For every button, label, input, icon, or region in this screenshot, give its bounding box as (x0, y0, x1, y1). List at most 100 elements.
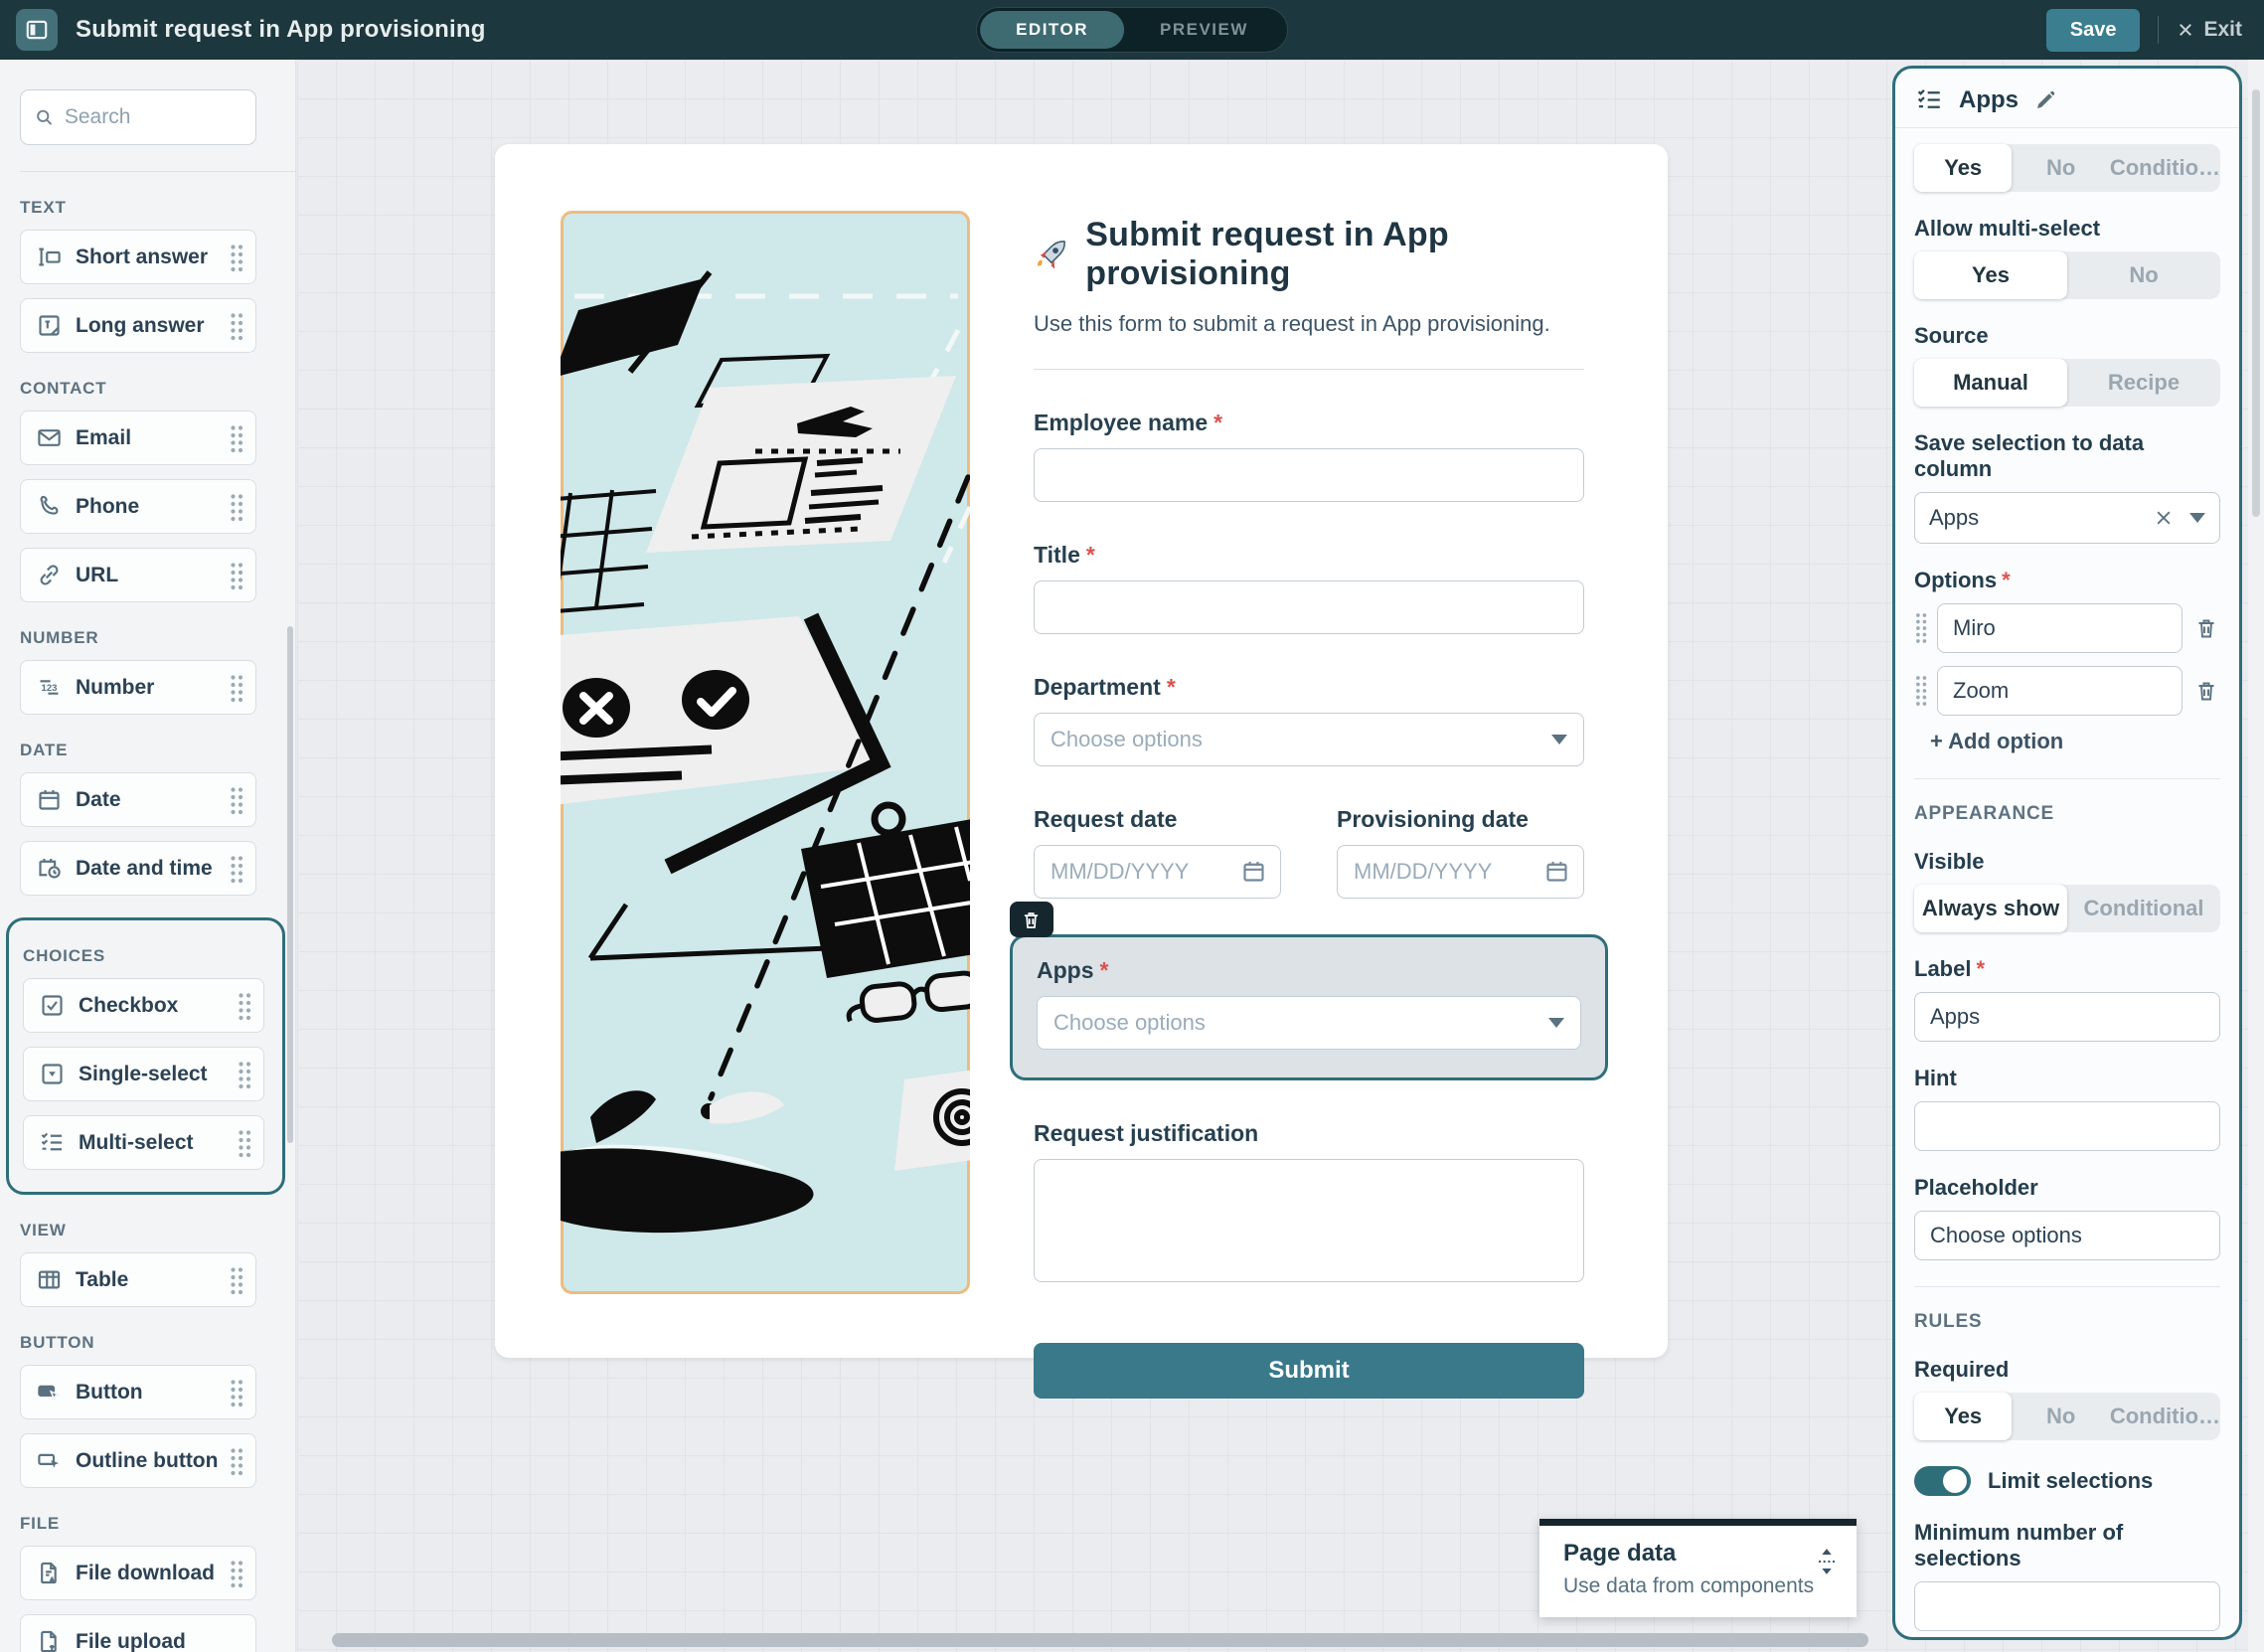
form-title: Submit request in App provisioning (1085, 216, 1449, 292)
component-inspector: Apps Yes No Conditio… Allow multi-select… (1892, 66, 2242, 1640)
palette-item-phone[interactable]: Phone (20, 479, 256, 534)
palette-item-button[interactable]: Button (20, 1365, 256, 1419)
drag-handle-icon[interactable] (229, 854, 243, 884)
min-selections-input[interactable] (1914, 1581, 2220, 1631)
palette-item-number[interactable]: 123 Number (20, 660, 256, 715)
selected-component-apps[interactable]: Apps Choose options (1009, 902, 1608, 1080)
field-request-date: Request date (1034, 806, 1281, 899)
apps-select[interactable]: Choose options (1037, 996, 1581, 1050)
drag-handle-icon[interactable] (229, 311, 243, 341)
drag-handle-icon[interactable] (1914, 674, 1927, 708)
palette-item-email[interactable]: Email (20, 411, 256, 465)
required-asterisk (1976, 956, 1985, 982)
section-title-text: NUMBER (20, 628, 99, 647)
tab-preview[interactable]: PREVIEW (1124, 11, 1284, 49)
file-upload-icon (36, 1628, 63, 1652)
option-input[interactable] (1937, 666, 2183, 716)
segment-option-always-show[interactable]: Always show (1914, 885, 2067, 932)
inspector-title: Apps (1959, 85, 2019, 113)
table-icon (36, 1266, 63, 1293)
drag-handle-icon[interactable] (229, 673, 243, 703)
save-button[interactable]: Save (2045, 8, 2141, 52)
limit-selections-toggle[interactable] (1914, 1466, 1971, 1496)
search-box[interactable] (20, 89, 256, 145)
page-data-title: Page data (1563, 1540, 1677, 1567)
department-select[interactable]: Choose options (1034, 713, 1584, 766)
drag-handle-icon[interactable] (229, 1265, 243, 1295)
segment-option-manual[interactable]: Manual (1914, 359, 2067, 407)
palette-item-file-download[interactable]: File download (20, 1546, 256, 1600)
page-data-panel[interactable]: Page data Use data from components (1539, 1519, 1857, 1617)
drag-handle-icon[interactable] (229, 1446, 243, 1476)
expand-handle-icon[interactable] (1815, 1548, 1839, 1575)
right-scroll-track[interactable] (2248, 60, 2264, 1652)
segment-option-no[interactable]: No (2012, 144, 2109, 192)
segment-option-conditional[interactable]: Conditio… (2110, 144, 2220, 192)
calendar-icon[interactable] (1543, 858, 1570, 885)
clear-icon[interactable] (2154, 508, 2174, 528)
drag-handle-icon[interactable] (229, 1378, 243, 1407)
exit-button[interactable]: Exit (2177, 18, 2242, 42)
trash-icon[interactable] (2192, 616, 2220, 640)
drag-handle-icon[interactable] (237, 1128, 251, 1158)
search-input[interactable] (64, 105, 242, 129)
rocket-icon (1037, 241, 1065, 269)
option-input[interactable] (1937, 603, 2183, 653)
drag-handle-icon[interactable] (229, 243, 243, 272)
sidebar-scrollbar[interactable] (287, 626, 293, 1143)
segment-option-conditional[interactable]: Conditio… (2110, 1393, 2220, 1440)
data-column-select[interactable]: Apps (1914, 492, 2220, 544)
segment-option-yes[interactable]: Yes (1914, 251, 2067, 299)
employee-name-input[interactable] (1034, 448, 1584, 502)
placeholder-input[interactable] (1914, 1211, 2220, 1260)
palette-item-table[interactable]: Table (20, 1252, 256, 1307)
outline-button-icon (36, 1447, 63, 1474)
request-justification-textarea[interactable] (1034, 1159, 1584, 1282)
palette-item-outline-button[interactable]: Outline button (20, 1433, 256, 1488)
segment-option-conditional[interactable]: Conditional (2067, 885, 2220, 932)
palette-item-long-answer[interactable]: Long answer (20, 298, 256, 353)
add-option-button[interactable]: + Add option (1930, 729, 2220, 754)
label-input[interactable] (1914, 992, 2220, 1042)
drag-handle-icon[interactable] (229, 785, 243, 815)
link-icon (36, 562, 63, 588)
palette-item-date[interactable]: Date (20, 772, 256, 827)
palette-item-url[interactable]: URL (20, 548, 256, 602)
segment-option-recipe[interactable]: Recipe (2067, 359, 2220, 407)
drag-handle-icon[interactable] (237, 1060, 251, 1089)
delete-component-button[interactable] (1009, 902, 1053, 937)
component-palette: TEXT Short answer Long answer CONTACT Em… (0, 60, 296, 1652)
drag-handle-icon[interactable] (229, 423, 243, 453)
palette-item-multi-select[interactable]: Multi-select (23, 1115, 264, 1170)
segment-option-yes[interactable]: Yes (1914, 144, 2013, 192)
drag-handle-icon[interactable] (229, 1559, 243, 1588)
palette-item-checkbox[interactable]: Checkbox (23, 978, 264, 1033)
drag-handle-icon[interactable] (237, 991, 251, 1021)
palette-item-short-answer[interactable]: Short answer (20, 230, 256, 284)
visible-label: Visible (1914, 849, 1985, 874)
segment-option-no[interactable]: No (2067, 251, 2220, 299)
palette-item-date-and-time[interactable]: Date and time (20, 841, 256, 896)
segment-option-yes[interactable]: Yes (1914, 1393, 2013, 1440)
palette-item-single-select[interactable]: Single-select (23, 1047, 264, 1101)
drag-handle-icon[interactable] (1914, 611, 1927, 645)
section-title-text: FILE (20, 1514, 61, 1533)
palette-item-file-upload[interactable]: File upload (20, 1614, 256, 1652)
edit-pencil-icon[interactable] (2033, 88, 2057, 112)
rules-section-header: RULES (1914, 1311, 1983, 1332)
horizontal-scrollbar[interactable] (332, 1633, 1868, 1647)
sidebar-divider (20, 171, 295, 172)
single-select-icon (39, 1061, 66, 1087)
drag-handle-icon[interactable] (229, 492, 243, 522)
source-label: Source (1914, 323, 1989, 348)
segment-option-no[interactable]: No (2012, 1393, 2109, 1440)
calendar-icon[interactable] (1240, 858, 1267, 885)
tab-editor[interactable]: EDITOR (980, 11, 1125, 49)
hint-input[interactable] (1914, 1101, 2220, 1151)
trash-icon[interactable] (2192, 679, 2220, 703)
section-title-text: TEXT (20, 198, 67, 217)
submit-button[interactable]: Submit (1034, 1343, 1584, 1399)
title-input[interactable] (1034, 580, 1584, 634)
drag-handle-icon[interactable] (229, 561, 243, 590)
right-scroll-thumb[interactable] (2252, 89, 2260, 517)
